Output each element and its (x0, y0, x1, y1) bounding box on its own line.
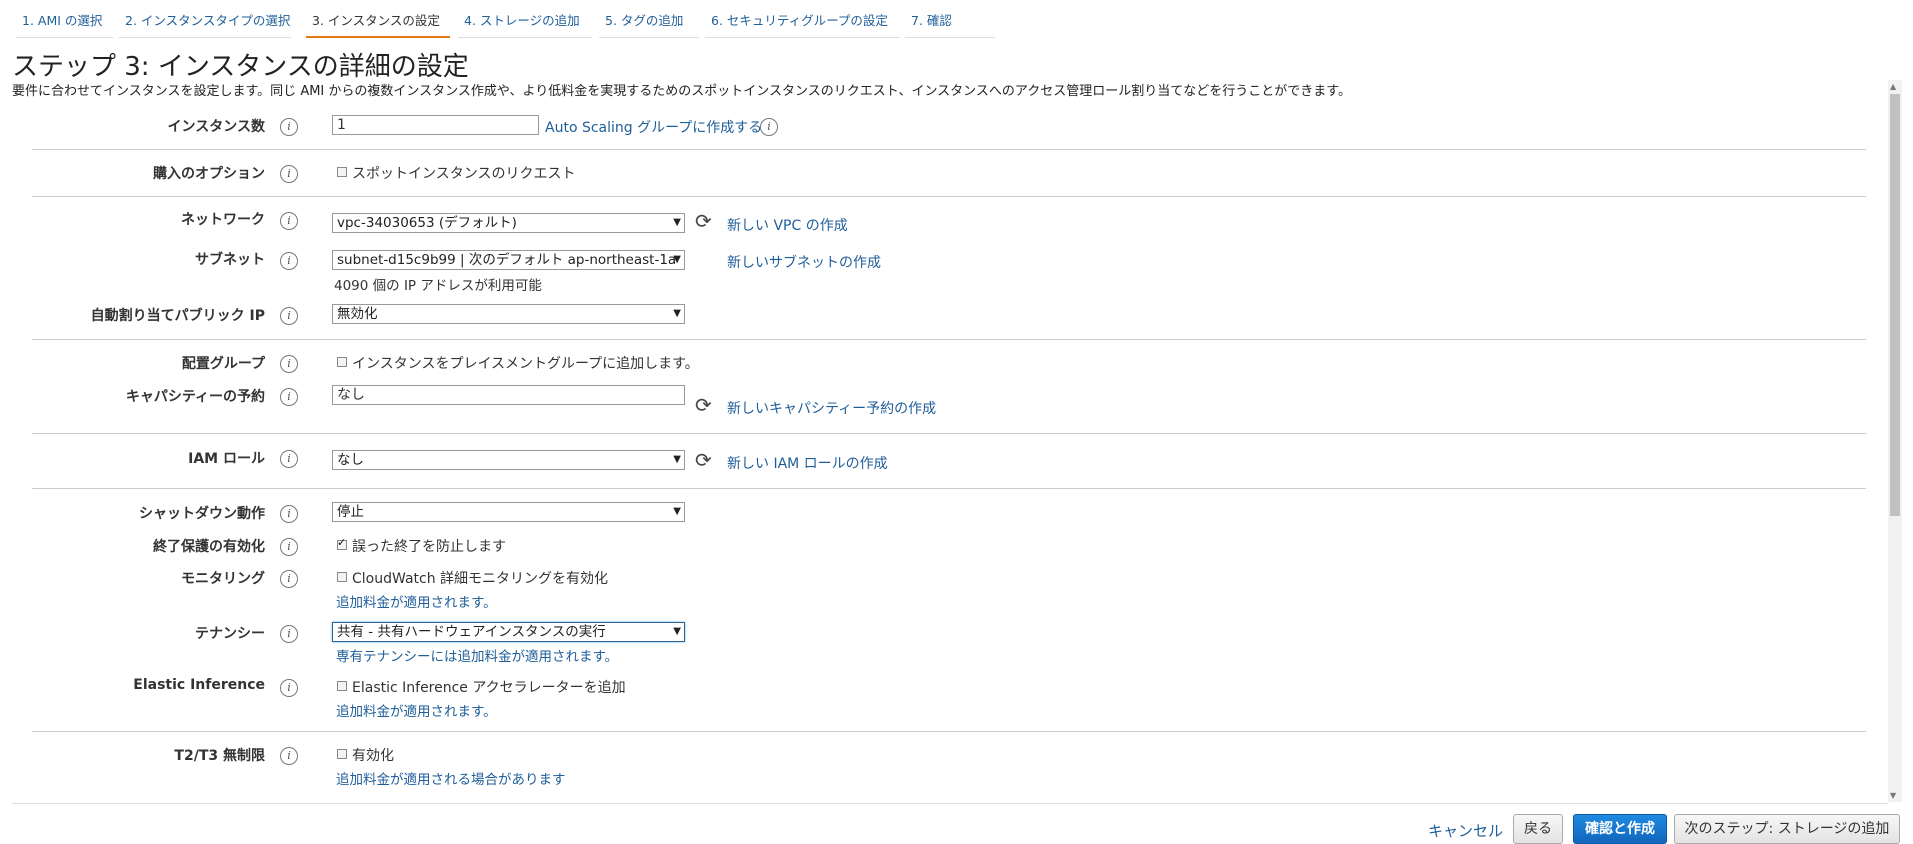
divider (32, 433, 1866, 434)
iam-role-select-value: なし (337, 452, 364, 468)
termination-protection-checkbox[interactable] (337, 536, 347, 550)
iam-role-select[interactable]: なし ▼ (332, 450, 685, 470)
create-vpc-link[interactable]: 新しい VPC の作成 (727, 215, 848, 235)
chevron-down-icon: ▼ (673, 506, 681, 517)
chevron-down-icon: ▼ (673, 217, 681, 228)
chevron-down-icon: ▼ (673, 254, 681, 265)
purchase-option-label: 購入のオプション (153, 166, 265, 182)
cloudwatch-monitoring-checkbox-label: CloudWatch 詳細モニタリングを有効化 (352, 571, 609, 587)
t2t3-charge-link[interactable]: 追加料金が適用される場合があります (336, 768, 566, 788)
purchase-option-info-icon[interactable]: i (280, 165, 298, 183)
iam-role-label: IAM ロール (188, 451, 265, 467)
scrollbar-thumb[interactable] (1890, 94, 1900, 516)
placement-group-info-icon[interactable]: i (280, 355, 298, 373)
tab-step-2[interactable]: 2. インスタンスタイプの選択 (119, 10, 291, 38)
divider (32, 149, 1866, 150)
shutdown-info-icon[interactable]: i (280, 505, 298, 523)
next-step-button[interactable]: 次のステップ: ストレージの追加 (1674, 814, 1900, 844)
elastic-inference-label: Elastic Inference (133, 677, 265, 693)
auto-scaling-link[interactable]: Auto Scaling グループに作成する (545, 117, 762, 137)
create-iam-role-link[interactable]: 新しい IAM ロールの作成 (727, 453, 888, 473)
chevron-down-icon: ▼ (673, 626, 681, 637)
elastic-inference-info-icon[interactable]: i (280, 679, 298, 697)
divider (32, 488, 1866, 489)
public-ip-info-icon[interactable]: i (280, 307, 298, 325)
tenancy-select-value: 共有 - 共有ハードウェアインスタンスの実行 (337, 624, 606, 640)
shutdown-select[interactable]: 停止 ▼ (332, 502, 685, 522)
dedicated-tenancy-charge-link[interactable]: 専有テナンシーには追加料金が適用されます。 (336, 645, 618, 665)
divider (32, 196, 1866, 197)
capacity-reservation-field[interactable]: なし (332, 385, 685, 405)
tab-step-1[interactable]: 1. AMI の選択 (16, 10, 113, 38)
tab-step-4[interactable]: 4. ストレージの追加 (458, 10, 592, 38)
cancel-link[interactable]: キャンセル (1428, 820, 1503, 841)
instance-count-label: インスタンス数 (167, 119, 265, 135)
cloudwatch-monitoring-checkbox[interactable] (337, 572, 347, 582)
public-ip-select-value: 無効化 (337, 306, 378, 322)
footer-divider (12, 803, 1888, 804)
network-select-value: vpc-34030653 (デフォルト) (337, 215, 517, 231)
t2t3-unlimited-info-icon[interactable]: i (280, 747, 298, 765)
review-and-launch-button[interactable]: 確認と作成 (1573, 814, 1667, 844)
subnet-label: サブネット (195, 252, 265, 268)
tab-step-3[interactable]: 3. インスタンスの設定 (306, 10, 450, 38)
t2t3-unlimited-checkbox-label: 有効化 (352, 748, 394, 764)
elastic-inference-charge-link[interactable]: 追加料金が適用されます。 (336, 700, 497, 720)
back-button[interactable]: 戻る (1513, 814, 1563, 844)
elastic-inference-checkbox-label: Elastic Inference アクセラレーターを追加 (352, 680, 626, 696)
instance-count-info-icon[interactable]: i (280, 118, 298, 136)
placement-group-checkbox[interactable] (337, 357, 347, 367)
placement-group-label: 配置グループ (181, 356, 265, 372)
tab-step-6[interactable]: 6. セキュリティグループの設定 (705, 10, 900, 38)
instance-count-input[interactable] (332, 115, 539, 135)
capacity-reservation-info-icon[interactable]: i (280, 388, 298, 406)
create-capacity-reservation-link[interactable]: 新しいキャパシティー予約の作成 (727, 398, 936, 418)
capacity-reservation-label: キャパシティーの予約 (125, 389, 265, 405)
shutdown-select-value: 停止 (337, 504, 364, 520)
subnet-ip-note: 4090 個の IP アドレスが利用可能 (334, 278, 542, 294)
network-select[interactable]: vpc-34030653 (デフォルト) ▼ (332, 213, 685, 233)
tab-step-7[interactable]: 7. 確認 (905, 10, 995, 38)
network-info-icon[interactable]: i (280, 212, 298, 230)
create-subnet-link[interactable]: 新しいサブネットの作成 (727, 252, 881, 272)
refresh-capacity-icon[interactable]: ⟳ (695, 395, 712, 415)
subnet-select[interactable]: subnet-d15c9b99 | 次のデフォルト ap-northeast-1… (332, 250, 685, 270)
divider (32, 731, 1866, 732)
scrollbar[interactable]: ▲ ▼ (1888, 80, 1902, 802)
public-ip-label: 自動割り当てパブリック IP (90, 308, 265, 324)
elastic-inference-checkbox[interactable] (337, 681, 347, 691)
chevron-down-icon: ▼ (673, 454, 681, 465)
spot-instance-checkbox-label: スポットインスタンスのリクエスト (352, 166, 576, 182)
subnet-info-icon[interactable]: i (280, 252, 298, 270)
monitoring-charge-link[interactable]: 追加料金が適用されます。 (336, 591, 497, 611)
chevron-down-icon: ▼ (673, 308, 681, 319)
placement-group-checkbox-label: インスタンスをプレイスメントグループに追加します。 (352, 356, 699, 372)
page-title: ステップ 3: インスタンスの詳細の設定 (12, 52, 469, 82)
tab-step-5[interactable]: 5. タグの追加 (599, 10, 699, 38)
public-ip-select[interactable]: 無効化 ▼ (332, 304, 685, 324)
page-subtitle: 要件に合わせてインスタンスを設定します。同じ AMI からの複数インスタンス作成… (12, 84, 1351, 99)
termination-protection-label: 終了保護の有効化 (153, 539, 265, 555)
scroll-up-arrow-icon[interactable]: ▲ (1890, 82, 1896, 91)
refresh-iam-role-icon[interactable]: ⟳ (695, 450, 712, 470)
network-label: ネットワーク (181, 212, 265, 228)
spot-instance-checkbox[interactable] (337, 167, 347, 177)
tenancy-select[interactable]: 共有 - 共有ハードウェアインスタンスの実行 ▼ (332, 622, 685, 642)
refresh-network-icon[interactable]: ⟳ (695, 211, 712, 231)
iam-role-info-icon[interactable]: i (280, 450, 298, 468)
termination-protection-checkbox-label: 誤った終了を防止します (352, 539, 506, 555)
t2t3-unlimited-checkbox[interactable] (337, 749, 347, 759)
tenancy-label: テナンシー (195, 626, 265, 642)
tenancy-info-icon[interactable]: i (280, 625, 298, 643)
scroll-down-arrow-icon[interactable]: ▼ (1890, 791, 1896, 800)
t2t3-unlimited-label: T2/T3 無制限 (174, 748, 265, 764)
divider (32, 339, 1866, 340)
auto-scaling-info-icon[interactable]: i (760, 118, 778, 136)
monitoring-info-icon[interactable]: i (280, 570, 298, 588)
termination-protection-info-icon[interactable]: i (280, 538, 298, 556)
shutdown-label: シャットダウン動作 (139, 506, 265, 522)
subnet-select-value: subnet-d15c9b99 | 次のデフォルト ap-northeast-1… (337, 252, 677, 268)
monitoring-label: モニタリング (181, 571, 265, 587)
